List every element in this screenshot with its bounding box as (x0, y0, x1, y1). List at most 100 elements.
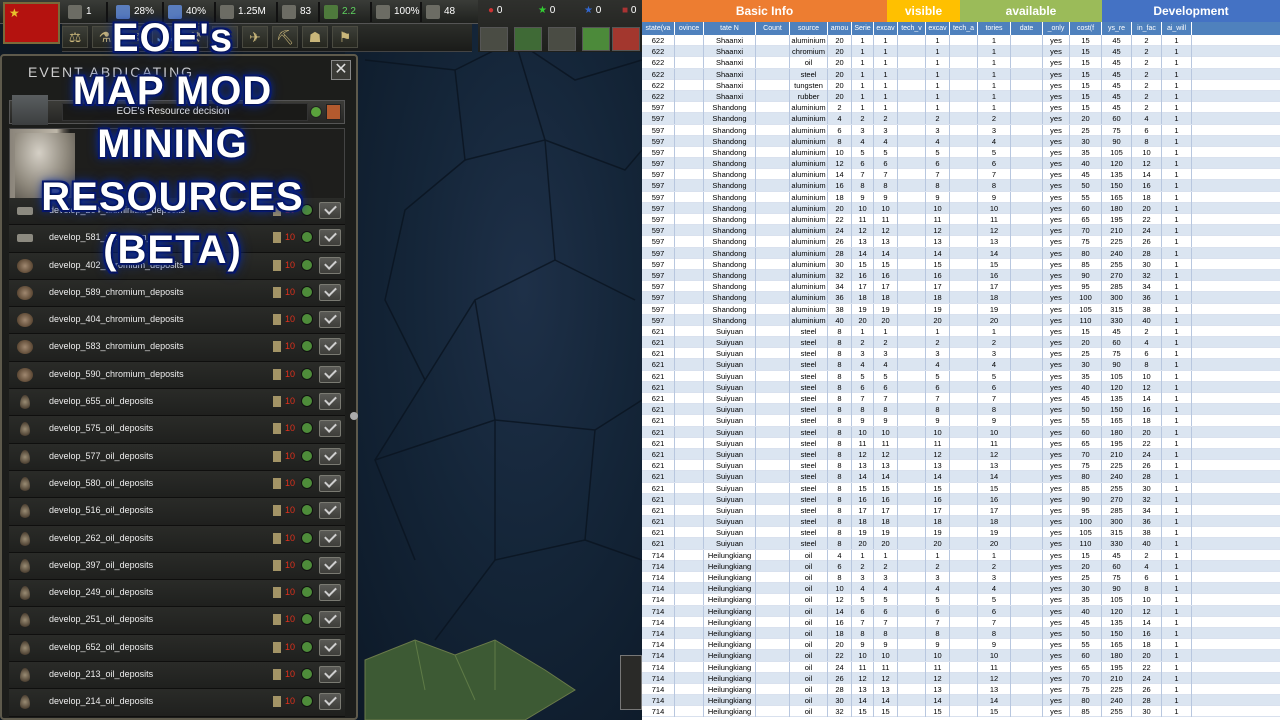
table-cell[interactable]: 1 (874, 325, 898, 337)
table-cell[interactable] (950, 258, 978, 270)
table-cell[interactable]: 18 (978, 292, 1011, 304)
table-cell[interactable] (950, 527, 978, 539)
table-cell[interactable]: 45 (1102, 549, 1132, 561)
table-cell[interactable]: Suiyuan (704, 415, 756, 427)
table-cell[interactable] (950, 314, 978, 326)
table-cell[interactable]: 8 (852, 404, 874, 416)
table-cell[interactable]: 1 (1162, 325, 1192, 337)
table-cell[interactable]: 714 (642, 560, 675, 572)
intelligence-icon[interactable]: ☗ (302, 26, 328, 48)
table-cell[interactable] (898, 381, 926, 393)
table-cell[interactable]: 8 (978, 627, 1011, 639)
table-cell[interactable]: 19 (852, 527, 874, 539)
table-cell[interactable]: tungsten (790, 79, 828, 91)
table-cell[interactable]: 6 (874, 158, 898, 170)
table-cell[interactable]: 8 (1132, 135, 1162, 147)
table-cell[interactable] (1011, 672, 1043, 684)
table-cell[interactable]: 1 (1162, 191, 1192, 203)
table-cell[interactable]: 6 (926, 381, 950, 393)
table-cell[interactable]: 9 (852, 191, 874, 203)
table-cell[interactable] (950, 124, 978, 136)
table-cell[interactable]: 150 (1102, 404, 1132, 416)
table-cell[interactable]: 5 (874, 370, 898, 382)
table-cell[interactable]: Suiyuan (704, 504, 756, 516)
table-cell[interactable]: yes (1043, 415, 1070, 427)
table-cell[interactable] (950, 393, 978, 404)
table-cell[interactable]: 714 (642, 661, 675, 673)
table-cell[interactable] (675, 68, 704, 80)
table-cell[interactable]: 8 (874, 180, 898, 192)
table-cell[interactable]: 7 (874, 616, 898, 628)
table-cell[interactable] (898, 426, 926, 438)
table-cell[interactable]: 597 (642, 236, 675, 248)
table-cell[interactable]: 1 (1162, 236, 1192, 248)
table-cell[interactable]: Suiyuan (704, 460, 756, 472)
table-cell[interactable] (675, 314, 704, 326)
table-cell[interactable]: 180 (1102, 426, 1132, 438)
table-cell[interactable]: 19 (874, 303, 898, 315)
table-cell[interactable] (950, 146, 978, 158)
table-cell[interactable] (1011, 616, 1043, 628)
table-cell[interactable] (675, 102, 704, 114)
table-cell[interactable]: 10 (978, 202, 1011, 214)
table-cell[interactable]: 80 (1070, 695, 1102, 707)
table-cell[interactable]: Shandong (704, 281, 756, 293)
table-cell[interactable] (898, 225, 926, 237)
table-cell[interactable] (898, 90, 926, 102)
table-cell[interactable]: yes (1043, 292, 1070, 304)
table-cell[interactable]: 12 (852, 672, 874, 684)
table-cell[interactable]: 1 (1162, 359, 1192, 371)
table-cell[interactable]: 75 (1102, 124, 1132, 136)
table-cell[interactable]: 19 (978, 527, 1011, 539)
table-cell[interactable]: 2 (1132, 57, 1162, 69)
table-cell[interactable]: 18 (874, 516, 898, 528)
table-cell[interactable] (1011, 113, 1043, 125)
table-cell[interactable]: 621 (642, 437, 675, 449)
table-cell[interactable]: 1 (926, 102, 950, 114)
table-cell[interactable]: 8 (828, 404, 852, 416)
table-cell[interactable]: 597 (642, 281, 675, 293)
table-cell[interactable]: 1 (978, 57, 1011, 69)
table-cell[interactable] (756, 616, 790, 628)
table-cell[interactable]: 1 (1162, 437, 1192, 449)
table-cell[interactable]: yes (1043, 516, 1070, 528)
table-cell[interactable]: 714 (642, 583, 675, 595)
decision-item[interactable]: develop_655_oil_deposits 10 (9, 389, 345, 417)
table-cell[interactable] (756, 493, 790, 505)
table-cell[interactable]: yes (1043, 661, 1070, 673)
table-cell[interactable]: 12 (874, 225, 898, 237)
table-cell[interactable]: 15 (1070, 90, 1102, 102)
table-cell[interactable] (1011, 527, 1043, 539)
table-cell[interactable]: 30 (828, 258, 852, 270)
table-cell[interactable] (898, 68, 926, 80)
table-cell[interactable]: yes (1043, 258, 1070, 270)
table-cell[interactable]: 85 (1070, 482, 1102, 494)
table-cell[interactable]: 45 (1102, 325, 1132, 337)
table-cell[interactable]: 40 (828, 314, 852, 326)
table-cell[interactable]: 2 (926, 113, 950, 125)
table-cell[interactable]: 1 (1162, 381, 1192, 393)
table-cell[interactable] (950, 303, 978, 315)
table-cell[interactable]: 18 (926, 292, 950, 304)
table-cell[interactable]: 7 (874, 393, 898, 404)
table-cell[interactable]: 2 (1132, 102, 1162, 114)
resource-item[interactable]: 83 (282, 3, 311, 20)
table-cell[interactable] (756, 135, 790, 147)
table-cell[interactable]: 195 (1102, 214, 1132, 225)
table-cell[interactable] (756, 113, 790, 125)
table-cell[interactable] (675, 527, 704, 539)
table-cell[interactable] (675, 337, 704, 349)
table-cell[interactable]: 622 (642, 79, 675, 91)
table-cell[interactable] (756, 281, 790, 293)
table-cell[interactable]: 2 (1132, 79, 1162, 91)
table-cell[interactable]: 15 (874, 482, 898, 494)
table-cell[interactable]: 1 (1162, 393, 1192, 404)
table-cell[interactable] (756, 572, 790, 583)
decision-item[interactable]: develop_262_oil_deposits 10 (9, 525, 345, 553)
column-header[interactable]: state(va (642, 22, 675, 35)
table-cell[interactable]: 11 (926, 214, 950, 225)
table-cell[interactable]: 28 (828, 683, 852, 695)
table-cell[interactable]: 7 (978, 169, 1011, 181)
table-cell[interactable]: 45 (1102, 57, 1132, 69)
table-cell[interactable]: yes (1043, 281, 1070, 293)
